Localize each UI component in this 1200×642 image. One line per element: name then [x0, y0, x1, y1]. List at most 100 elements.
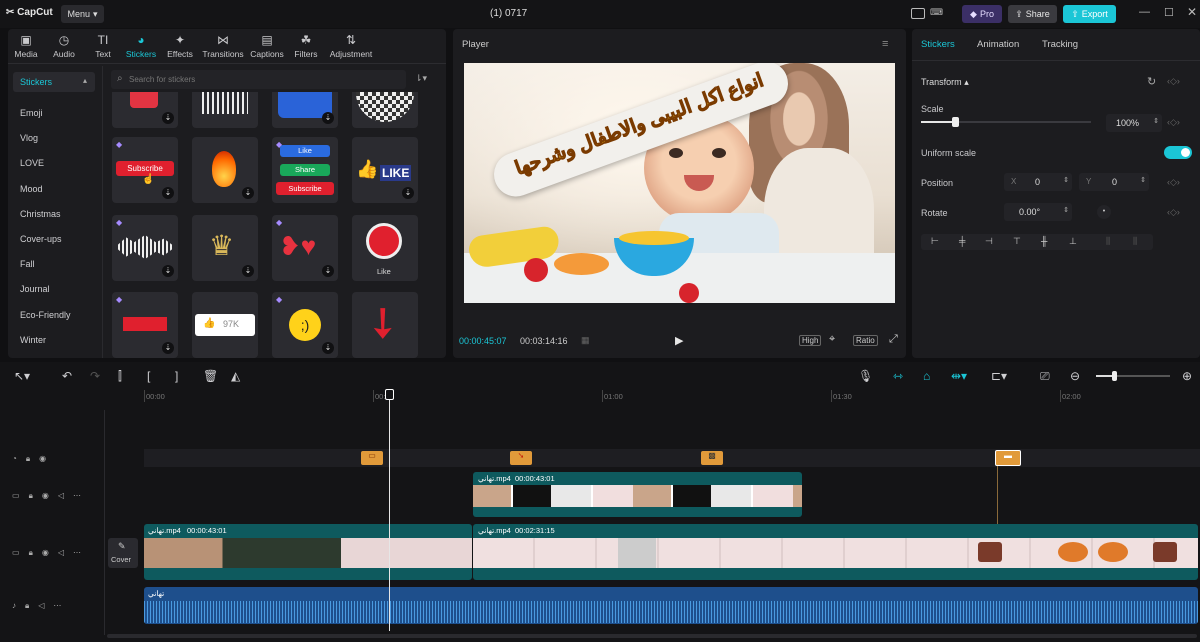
- delete-icon[interactable]: 🗑: [203, 369, 218, 383]
- sticker-clip[interactable]: ➘: [510, 451, 532, 465]
- linkage-icon[interactable]: ⇹▾: [951, 369, 967, 383]
- inspector-tab-tracking[interactable]: Tracking: [1042, 39, 1078, 50]
- stepper-icon[interactable]: ⇕: [1140, 176, 1146, 184]
- pro-button[interactable]: ◆ Pro: [962, 5, 1002, 23]
- mirror-icon[interactable]: ◭: [231, 369, 240, 383]
- main-clip-1[interactable]: تهاني.mp4 00:00:43:01: [144, 524, 472, 580]
- sticker-tile[interactable]: ◆ ;) ⇣: [272, 292, 338, 358]
- zoom-slider-handle[interactable]: [1112, 371, 1117, 381]
- position-y-box[interactable]: Y 0 ⇕: [1079, 173, 1149, 191]
- transform-header[interactable]: Transform ▴: [921, 77, 969, 88]
- scale-slider-handle[interactable]: [952, 117, 959, 127]
- undo-icon[interactable]: ↶: [62, 369, 72, 383]
- align-top-icon[interactable]: ⊤: [1013, 236, 1021, 247]
- sticker-tile[interactable]: ◆ Like Share Subscribe: [272, 137, 338, 203]
- uniform-scale-toggle[interactable]: [1164, 146, 1192, 159]
- position-x-box[interactable]: X 0 ⇕: [1004, 173, 1072, 191]
- inspector-tab-animation[interactable]: Animation: [977, 39, 1019, 50]
- eye-icon[interactable]: ◉: [39, 454, 46, 464]
- download-icon[interactable]: ⇣: [322, 342, 334, 354]
- sticker-clip[interactable]: ▩: [701, 451, 723, 465]
- audio-clip[interactable]: تهاني: [144, 587, 1198, 624]
- tab-media[interactable]: ▣ Media: [6, 33, 46, 59]
- more-icon[interactable]: ⋯: [73, 548, 81, 558]
- align-right-icon[interactable]: ⊣: [985, 236, 993, 247]
- sidebar-item-eco-friendly[interactable]: Eco-Friendly: [20, 310, 71, 320]
- layout-icon[interactable]: [911, 8, 925, 19]
- video-preview[interactable]: انواع اكل البيبى والاطفال وشرحها: [464, 63, 895, 303]
- scale-slider[interactable]: [921, 117, 1091, 127]
- sticker-tile[interactable]: Like: [352, 215, 418, 281]
- export-button[interactable]: ⇧ Export: [1063, 5, 1116, 23]
- sidebar-item-fall[interactable]: Fall: [20, 259, 35, 269]
- play-icon[interactable]: ▶: [675, 334, 683, 347]
- lock-icon[interactable]: 🔒︎: [26, 454, 30, 464]
- crop-icon[interactable]: ⌖: [829, 333, 835, 346]
- time-ruler[interactable]: [144, 389, 1200, 403]
- tab-captions[interactable]: ▤ Captions: [247, 33, 287, 59]
- overlay-clip[interactable]: تهاني.mp4 00:00:43:01: [473, 472, 802, 517]
- tab-effects[interactable]: ✦ Effects: [160, 33, 200, 59]
- keyboard-icon[interactable]: ⌨: [930, 7, 950, 20]
- stepper-icon[interactable]: ⇕: [1063, 206, 1069, 214]
- hamburger-icon[interactable]: ≡: [882, 38, 888, 50]
- playhead-handle[interactable]: [384, 389, 394, 400]
- main-clip-2[interactable]: تهاني.mp4 00:02:31:15: [473, 524, 1198, 580]
- zoom-slider[interactable]: [1096, 371, 1170, 381]
- download-icon[interactable]: ⇣: [242, 187, 254, 199]
- tab-stickers[interactable]: ◕ Stickers: [121, 33, 161, 59]
- download-icon[interactable]: ⇣: [162, 265, 174, 277]
- ratio-button[interactable]: Ratio: [853, 335, 878, 346]
- stepper-icon[interactable]: ⇕: [1153, 117, 1159, 125]
- stepper-icon[interactable]: ⇕: [1063, 176, 1069, 184]
- maximize-icon[interactable]: ☐: [1164, 6, 1174, 19]
- sticker-clip-selected[interactable]: ▬: [995, 450, 1021, 466]
- redo-icon[interactable]: ↷: [90, 369, 100, 383]
- more-icon[interactable]: ⋯: [53, 601, 61, 611]
- menu-button[interactable]: Menu ▾: [61, 5, 104, 23]
- sticker-tile[interactable]: 👍 LIKE ⇣: [352, 137, 418, 203]
- minimize-icon[interactable]: —: [1139, 6, 1150, 18]
- sidebar-item-journal[interactable]: Journal: [20, 284, 50, 294]
- keyframe-icon[interactable]: ‹◇›: [1167, 76, 1180, 87]
- distribute-v-icon[interactable]: ⫼: [1133, 236, 1137, 247]
- tab-adjustment[interactable]: ⇅ Adjustment: [330, 33, 373, 59]
- timecode-icon[interactable]: ▦: [581, 335, 590, 346]
- sticker-tile[interactable]: ◆ ⇣: [112, 215, 178, 281]
- eye-icon[interactable]: ◉: [42, 491, 49, 501]
- select-cursor-icon[interactable]: ↖▾: [14, 369, 30, 383]
- lock-icon[interactable]: 🔒︎: [25, 601, 29, 611]
- filter-icon[interactable]: ⇂▾: [415, 73, 427, 84]
- download-icon[interactable]: ⇣: [162, 112, 174, 124]
- fullscreen-icon[interactable]: ⤢: [889, 333, 898, 346]
- share-button[interactable]: ⇪ Share: [1008, 5, 1057, 23]
- zoom-in-icon[interactable]: ⊕: [1182, 369, 1192, 383]
- keyframe-icon[interactable]: ‹◇›: [1167, 207, 1180, 218]
- download-icon[interactable]: ⇣: [242, 265, 254, 277]
- timeline-scrollbar[interactable]: [107, 634, 1197, 638]
- sticker-tile[interactable]: ◆ ⇣: [112, 292, 178, 358]
- eye-icon[interactable]: ◉: [42, 548, 49, 558]
- download-icon[interactable]: ⇣: [322, 112, 334, 124]
- sticker-tile[interactable]: ◆ ❥♥ ⇣: [272, 215, 338, 281]
- sticker-tile[interactable]: ⇣: [272, 92, 338, 128]
- rotate-dial-icon[interactable]: •: [1097, 205, 1111, 219]
- split-icon[interactable]: ⫿: [118, 369, 122, 384]
- trim-right-icon[interactable]: ]: [175, 369, 178, 383]
- audio-on-icon[interactable]: ◁: [58, 548, 64, 558]
- sidebar-item-winter[interactable]: Winter: [20, 335, 46, 345]
- microphone-icon[interactable]: 🎙: [858, 369, 873, 383]
- sidebar-header[interactable]: Stickers ▴: [13, 72, 95, 92]
- caption-icon[interactable]: ⎚: [1040, 369, 1050, 384]
- rotate-box[interactable]: 0.00° ⇕: [1004, 203, 1072, 221]
- tab-filters[interactable]: ☘ Filters: [286, 33, 326, 59]
- audio-on-icon[interactable]: ◁: [38, 601, 44, 611]
- sticker-clip[interactable]: ▭: [361, 451, 383, 465]
- sticker-tile[interactable]: ⇣: [192, 137, 258, 203]
- distribute-h-icon[interactable]: ⫼: [1106, 236, 1110, 247]
- search-field[interactable]: [129, 72, 399, 86]
- download-icon[interactable]: ⇣: [162, 187, 174, 199]
- trim-left-icon[interactable]: [: [147, 369, 150, 383]
- sidebar-item-mood[interactable]: Mood: [20, 184, 43, 194]
- lock-icon[interactable]: 🔒︎: [29, 548, 33, 558]
